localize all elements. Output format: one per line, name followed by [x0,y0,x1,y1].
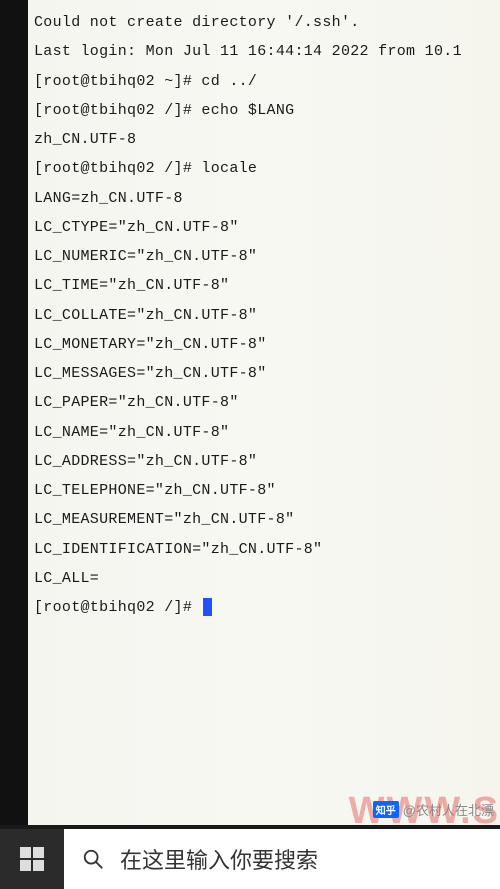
terminal-output-line: [root@tbihq02 ~]# cd ../ [34,67,494,96]
zhihu-logo-icon: 知乎 [373,801,399,818]
monitor-bezel-left [0,0,28,825]
terminal-output-line: Could not create directory '/.ssh'. [34,8,494,37]
terminal-output-line: LC_CTYPE="zh_CN.UTF-8" [34,213,494,242]
start-button[interactable] [0,829,64,889]
search-placeholder-text: 在这里输入你要搜索 [120,843,318,875]
terminal-output-line: LC_ALL= [34,564,494,593]
terminal-output-line: LC_IDENTIFICATION="zh_CN.UTF-8" [34,535,494,564]
search-icon [82,848,104,870]
terminal-prompt: [root@tbihq02 /]# [34,599,201,616]
taskbar-search-box[interactable]: 在这里输入你要搜索 [64,829,500,889]
terminal-window[interactable]: Could not create directory '/.ssh'. Last… [28,0,500,825]
terminal-output-line: LC_MONETARY="zh_CN.UTF-8" [34,330,494,359]
terminal-output-line: LC_NUMERIC="zh_CN.UTF-8" [34,242,494,271]
windows-taskbar: 在这里输入你要搜索 [0,825,500,889]
terminal-prompt-line[interactable]: [root@tbihq02 /]# [34,593,494,622]
windows-logo-icon [20,847,44,871]
terminal-output-line: LC_TELEPHONE="zh_CN.UTF-8" [34,476,494,505]
terminal-output-line: LANG=zh_CN.UTF-8 [34,184,494,213]
watermark-username: @农村人在北漂 [403,800,494,819]
terminal-output-line: LC_MESSAGES="zh_CN.UTF-8" [34,359,494,388]
terminal-output-line: LC_NAME="zh_CN.UTF-8" [34,418,494,447]
terminal-output-line: LC_ADDRESS="zh_CN.UTF-8" [34,447,494,476]
terminal-output-line: zh_CN.UTF-8 [34,125,494,154]
terminal-output-line: LC_MEASUREMENT="zh_CN.UTF-8" [34,505,494,534]
terminal-output-line: Last login: Mon Jul 11 16:44:14 2022 fro… [34,37,494,66]
terminal-output-line: [root@tbihq02 /]# echo $LANG [34,96,494,125]
terminal-output-line: [root@tbihq02 /]# locale [34,154,494,183]
terminal-cursor [203,598,212,616]
terminal-output-line: LC_COLLATE="zh_CN.UTF-8" [34,301,494,330]
terminal-output-line: LC_PAPER="zh_CN.UTF-8" [34,388,494,417]
watermark-attribution: 知乎 @农村人在北漂 [373,800,494,819]
terminal-output-line: LC_TIME="zh_CN.UTF-8" [34,271,494,300]
